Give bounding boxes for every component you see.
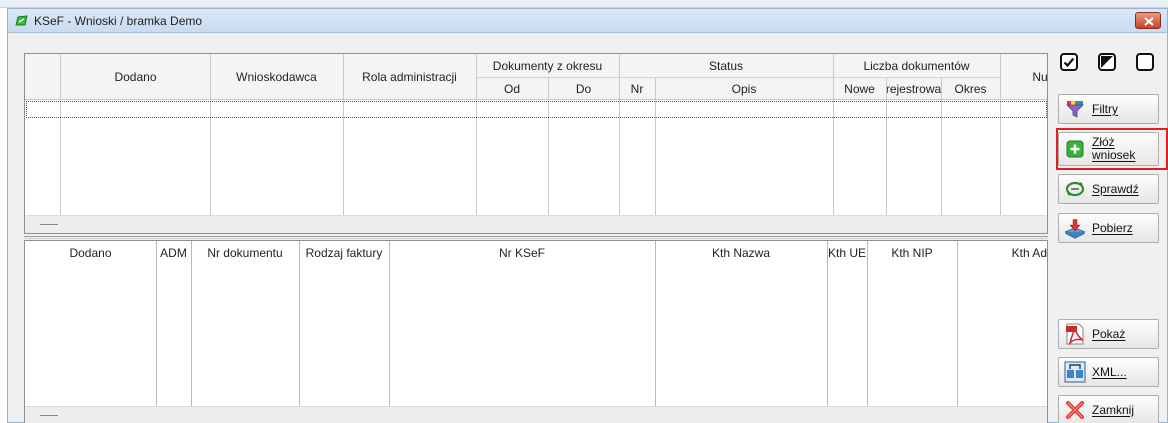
select-none-checkbox[interactable]	[1136, 53, 1154, 71]
download-button[interactable]: Pobierz	[1058, 213, 1159, 243]
grid-line	[833, 54, 834, 217]
col-kth-ad[interactable]: Kth Ad	[957, 241, 1047, 265]
close-button[interactable]: Zamknij	[1058, 395, 1159, 423]
col-wnioskodawca[interactable]: Wnioskodawca	[210, 54, 343, 100]
grid-line	[886, 77, 887, 217]
grid-line	[191, 241, 192, 408]
pdf-icon	[1064, 323, 1086, 345]
requests-table[interactable]: Dodano Wnioskodawca Rola administracji D…	[24, 53, 1048, 234]
grid-line	[619, 54, 620, 217]
panel-splitter[interactable]	[24, 236, 1048, 239]
focused-empty-row[interactable]	[26, 101, 1047, 118]
grid-line	[389, 241, 390, 408]
xml-label: XML...	[1092, 364, 1127, 379]
group-status: Status	[708, 58, 744, 73]
col-nr[interactable]: Nr	[619, 77, 655, 100]
col-kth-nazwa[interactable]: Kth Nazwa	[655, 241, 827, 265]
col-okres[interactable]: Okres	[941, 77, 1000, 100]
download-label: Pobierz	[1092, 220, 1133, 235]
col-nowe[interactable]: Nowe	[833, 77, 886, 100]
grid-line	[1000, 54, 1001, 217]
filters-button[interactable]: Filtry	[1058, 94, 1159, 124]
ksef-requests-window: KSeF - Wnioski / bramka Demo Dodano Wnio…	[7, 8, 1168, 423]
grid-line	[476, 54, 477, 217]
refresh-icon	[1064, 178, 1086, 200]
documents-table[interactable]: Dodano ADM Nr dokumentu Rodzaj faktury N…	[24, 240, 1048, 423]
close-label: Zamknij	[1092, 402, 1135, 417]
window-close-button[interactable]	[1135, 12, 1161, 29]
col-od[interactable]: Od	[476, 77, 548, 100]
grid-line	[548, 77, 549, 217]
grid-line	[827, 241, 828, 408]
show-label: Pokaż	[1092, 326, 1126, 341]
col-rola-administracji[interactable]: Rola administracji	[343, 54, 476, 100]
requests-table-footer	[25, 215, 1047, 233]
xml-icon	[1064, 361, 1086, 383]
select-partial-checkbox[interactable]	[1098, 53, 1116, 71]
col-do[interactable]: Do	[548, 77, 619, 100]
header-group-divider	[476, 77, 1000, 78]
close-icon	[1064, 399, 1086, 421]
grid-line	[299, 241, 300, 408]
documents-table-header: Dodano ADM Nr dokumentu Rodzaj faktury N…	[25, 241, 1047, 265]
app-icon	[15, 15, 28, 26]
grid-line	[60, 54, 61, 217]
grid-line	[210, 54, 211, 217]
grid-line	[156, 241, 157, 408]
filter-icon	[1064, 98, 1086, 120]
background-app-strip	[0, 0, 1168, 8]
col-nu[interactable]: Nu	[1000, 54, 1047, 100]
check-none-icon	[1138, 55, 1152, 69]
close-icon	[1144, 17, 1154, 26]
col-rodzaj-faktury[interactable]: Rodzaj faktury	[299, 241, 389, 265]
col-kth-ue[interactable]: Kth UE	[827, 241, 867, 265]
requests-table-header: Dodano Wnioskodawca Rola administracji D…	[25, 54, 1047, 100]
select-all-checkbox[interactable]	[1060, 53, 1078, 71]
col-nr-ksef[interactable]: Nr KSeF	[389, 241, 655, 265]
title-bar[interactable]: KSeF - Wnioski / bramka Demo	[8, 9, 1167, 33]
col-rejestrowa[interactable]: rejestrowa	[886, 77, 941, 100]
check-partial-icon	[1101, 56, 1113, 68]
col-dodano[interactable]: Dodano	[25, 241, 156, 265]
check-label: Sprawdź	[1092, 181, 1139, 196]
grid-line	[655, 77, 656, 217]
check-button[interactable]: Sprawdź	[1058, 174, 1159, 204]
show-button[interactable]: Pokaż	[1058, 319, 1159, 349]
col-adm[interactable]: ADM	[156, 241, 191, 265]
check-all-icon	[1063, 57, 1075, 68]
col-nr-dokumentu[interactable]: Nr dokumentu	[191, 241, 299, 265]
documents-table-footer	[25, 406, 1047, 423]
window-title: KSeF - Wnioski / bramka Demo	[34, 14, 203, 28]
col-opis[interactable]: Opis	[655, 77, 833, 100]
grid-line	[867, 241, 868, 408]
grid-line	[655, 241, 656, 408]
col-kth-nip[interactable]: Kth NIP	[867, 241, 957, 265]
highlight-frame	[1056, 128, 1168, 170]
col-dodano[interactable]: Dodano	[61, 54, 210, 100]
group-liczba-dokumentow: Liczba dokumentów	[863, 58, 970, 73]
grid-line	[941, 77, 942, 217]
download-icon	[1064, 217, 1086, 239]
xml-button[interactable]: XML...	[1058, 357, 1159, 387]
filters-label: Filtry	[1092, 101, 1118, 116]
grid-line	[957, 241, 958, 408]
grid-line	[343, 54, 344, 217]
group-dokumenty-z-okresu: Dokumenty z okresu	[492, 58, 603, 73]
